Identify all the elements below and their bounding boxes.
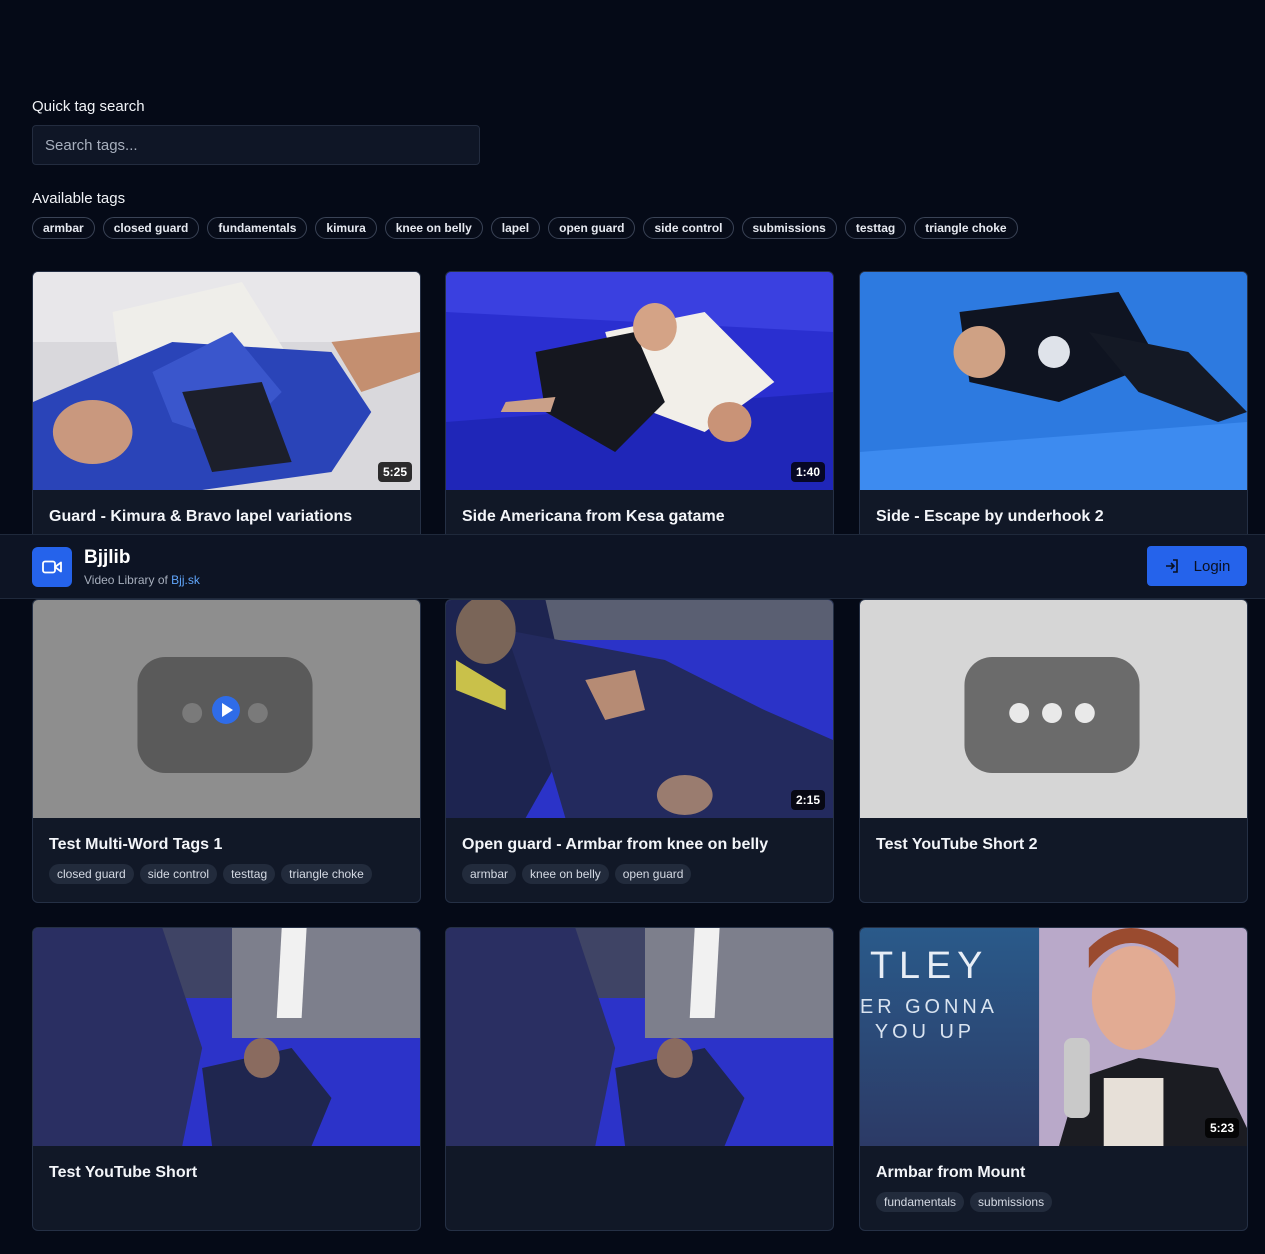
bjj-sk-link[interactable]: Bjj.sk <box>171 573 200 587</box>
search-label: Quick tag search <box>32 98 145 115</box>
app-header: Bjjlib Video Library of Bjj.sk Login <box>0 534 1265 599</box>
video-duration: 5:23 <box>1204 1118 1239 1138</box>
available-tags-list: armbar closed guard fundamentals kimura … <box>32 217 1018 239</box>
tag-chip-armbar[interactable]: armbar <box>32 217 95 239</box>
login-label: Login <box>1193 557 1231 575</box>
app-name: Bjjlib <box>84 547 131 568</box>
available-tags-label: Available tags <box>32 190 126 207</box>
video-tag[interactable]: open guard <box>614 864 692 884</box>
video-card[interactable]: 2:15 Open guard - Armbar from knee on be… <box>445 599 834 903</box>
video-tag[interactable]: side control <box>139 864 218 884</box>
video-thumbnail[interactable] <box>860 272 1247 490</box>
tag-chip-lapel[interactable]: lapel <box>490 217 541 239</box>
video-tag[interactable]: testtag <box>223 864 276 884</box>
video-thumbnail[interactable]: 2:15 <box>446 600 833 818</box>
video-camera-icon <box>32 547 72 587</box>
video-duration: 1:40 <box>790 462 825 482</box>
login-button[interactable]: Login <box>1147 546 1247 586</box>
video-duration: 5:25 <box>377 462 412 482</box>
video-tags: fundamentals submissions <box>860 1182 1247 1212</box>
video-thumbnail[interactable] <box>446 928 833 1146</box>
tag-chip-testtag[interactable]: testtag <box>844 217 907 239</box>
video-thumbnail[interactable] <box>33 928 420 1146</box>
video-title[interactable]: Open guard - Armbar from knee on belly <box>446 818 833 854</box>
video-tags: closed guard side control testtag triang… <box>33 854 420 884</box>
video-card[interactable]: Side - Escape by underhook 2 <box>859 271 1248 571</box>
video-card[interactable]: TLEY ER GONNA YOU UP 5:23 Armbar from Mo… <box>859 927 1248 1231</box>
video-tag[interactable]: knee on belly <box>522 864 609 884</box>
thumb-text-tley: TLEY <box>870 945 988 987</box>
video-thumbnail[interactable]: TLEY ER GONNA YOU UP 5:23 <box>860 928 1247 1146</box>
app-subtitle: Video Library of Bjj.sk <box>84 573 200 587</box>
thumb-text-you-up: YOU UP <box>875 1021 975 1043</box>
video-card[interactable]: 1:40 Side Americana from Kesa gatame <box>445 271 834 571</box>
video-title[interactable]: Test YouTube Short 2 <box>860 818 1247 854</box>
video-thumbnail[interactable] <box>33 600 420 818</box>
video-tag[interactable]: submissions <box>970 1192 1053 1212</box>
tag-chip-kimura[interactable]: kimura <box>315 217 377 239</box>
video-title[interactable]: Side Americana from Kesa gatame <box>446 490 833 526</box>
video-title[interactable]: Test YouTube Short <box>33 1146 420 1182</box>
tag-chip-fundamentals[interactable]: fundamentals <box>207 217 308 239</box>
tag-chip-open-guard[interactable]: open guard <box>548 217 636 239</box>
tag-chip-triangle-choke[interactable]: triangle choke <box>914 217 1018 239</box>
tag-chip-submissions[interactable]: submissions <box>741 217 837 239</box>
video-tag[interactable]: closed guard <box>49 864 134 884</box>
video-tag[interactable]: triangle choke <box>281 864 372 884</box>
video-title[interactable]: Armbar from Mount <box>860 1146 1247 1182</box>
video-thumbnail[interactable]: 1:40 <box>446 272 833 490</box>
tag-chip-closed-guard[interactable]: closed guard <box>102 217 200 239</box>
video-thumbnail[interactable]: 5:25 <box>33 272 420 490</box>
thumb-text-gonna: ER GONNA <box>860 996 998 1018</box>
login-icon <box>1165 559 1178 573</box>
video-title[interactable]: Test Multi-Word Tags 1 <box>33 818 420 854</box>
video-card[interactable]: Test Multi-Word Tags 1 closed guard side… <box>32 599 421 903</box>
tag-chip-side-control[interactable]: side control <box>643 217 734 239</box>
tag-chip-knee-on-belly[interactable]: knee on belly <box>384 217 483 239</box>
video-tags: armbar knee on belly open guard <box>446 854 833 884</box>
video-title[interactable] <box>446 1146 833 1164</box>
video-title[interactable]: Guard - Kimura & Bravo lapel variations <box>33 490 420 526</box>
video-tag[interactable]: fundamentals <box>876 1192 965 1212</box>
video-card[interactable]: Test YouTube Short <box>32 927 421 1231</box>
video-card[interactable]: 5:25 Guard - Kimura & Bravo lapel variat… <box>32 271 421 571</box>
video-title[interactable]: Side - Escape by underhook 2 <box>860 490 1247 526</box>
video-duration: 2:15 <box>790 790 825 810</box>
video-thumbnail[interactable] <box>860 600 1247 818</box>
tag-search-input[interactable] <box>32 125 480 165</box>
app-subtitle-text: Video Library of <box>84 573 172 587</box>
video-card[interactable] <box>445 927 834 1231</box>
video-card[interactable]: Test YouTube Short 2 <box>859 599 1248 903</box>
video-tag[interactable]: armbar <box>462 864 517 884</box>
